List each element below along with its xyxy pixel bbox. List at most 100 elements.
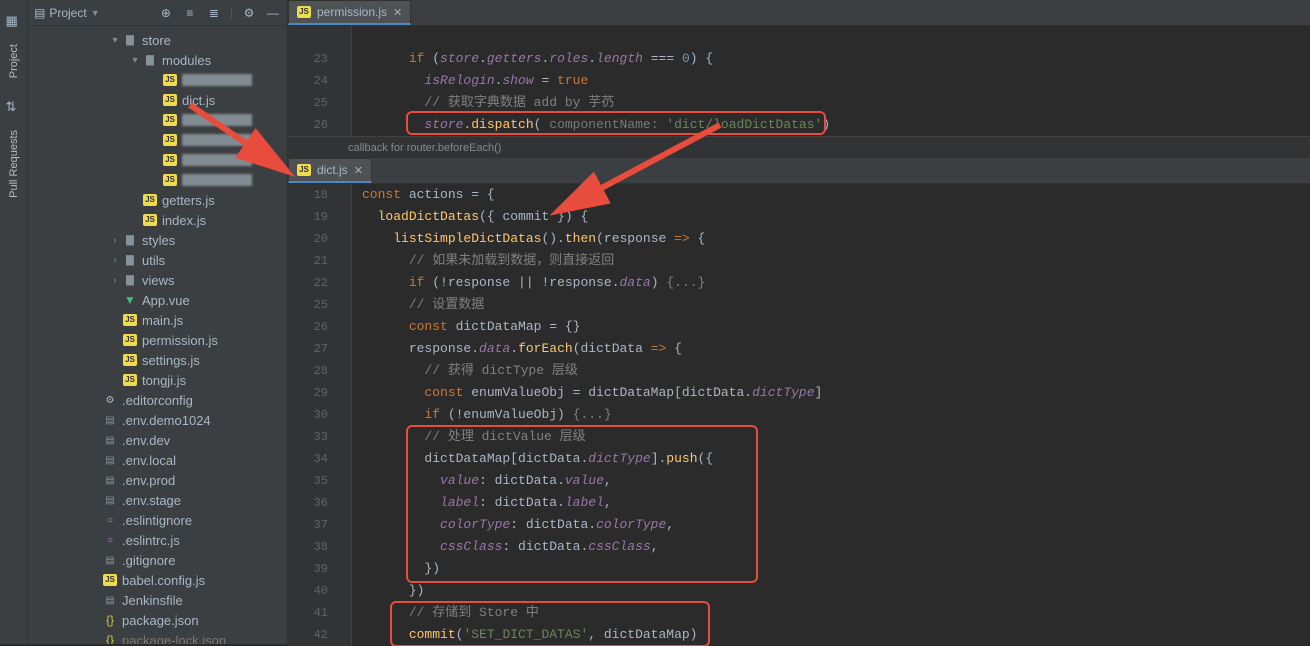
tree-node[interactable]: JSdict.js: [28, 90, 287, 110]
file-icon: ▤: [102, 432, 118, 448]
tree-node[interactable]: JSbabel.config.js: [28, 570, 287, 590]
tree-node[interactable]: JStongji.js: [28, 370, 287, 390]
project-title[interactable]: Project: [49, 6, 86, 20]
code-area-top[interactable]: 23242526 if (store.getters.roles.length …: [288, 26, 1310, 136]
tab-permission[interactable]: JS permission.js ✕: [288, 0, 411, 25]
tree-node[interactable]: JS: [28, 130, 287, 150]
code-line[interactable]: cssClass: dictData.cssClass,: [362, 536, 1310, 558]
close-icon[interactable]: ✕: [393, 6, 402, 19]
project-dropdown-icon[interactable]: ▼: [91, 8, 100, 18]
code-line[interactable]: [362, 26, 1310, 48]
tree-node[interactable]: ›▇views: [28, 270, 287, 290]
locate-icon[interactable]: ⊕: [158, 5, 174, 21]
tree-node[interactable]: JS: [28, 170, 287, 190]
code-line[interactable]: // 设置数据: [362, 294, 1310, 316]
folder-icon: ▇: [122, 32, 138, 48]
code-lines[interactable]: if (store.getters.roles.length === 0) { …: [352, 26, 1310, 136]
tree-node[interactable]: ○.eslintrc.js: [28, 530, 287, 550]
code-line[interactable]: store.dispatch( componentName: 'dict/loa…: [362, 114, 1310, 136]
close-icon[interactable]: ✕: [354, 164, 363, 177]
code-line[interactable]: isRelogin.show = true: [362, 70, 1310, 92]
tree-arrow-icon[interactable]: ›: [108, 275, 122, 286]
tree-label: .editorconfig: [122, 393, 193, 408]
code-line[interactable]: // 处理 dictValue 层级: [362, 426, 1310, 448]
tree-node[interactable]: {}package.json: [28, 610, 287, 630]
js-file-icon: JS: [297, 6, 311, 18]
code-line[interactable]: if (!response || !response.data) {...}: [362, 272, 1310, 294]
fold-gutter[interactable]: [338, 26, 352, 136]
expand-all-icon[interactable]: ≡: [182, 5, 198, 21]
code-line[interactable]: loadDictDatas({ commit }) {: [362, 206, 1310, 228]
folder-icon: ▇: [122, 272, 138, 288]
tree-node[interactable]: ▤.env.prod: [28, 470, 287, 490]
code-line[interactable]: commit('SET_DICT_DATAS', dictDataMap): [362, 624, 1310, 646]
tree-node[interactable]: ▤.env.dev: [28, 430, 287, 450]
breadcrumb[interactable]: callback for router.beforeEach(): [288, 136, 1310, 158]
tree-node[interactable]: JSpermission.js: [28, 330, 287, 350]
vue-file-icon: ▼: [122, 292, 138, 308]
js-file-icon: JS: [163, 94, 177, 106]
tree-arrow-icon[interactable]: ▾: [128, 55, 142, 66]
file-tree[interactable]: ▾▇store▾▇modulesJSJSdict.jsJSJSJSJSJSget…: [28, 26, 287, 644]
tree-arrow-icon[interactable]: ›: [108, 255, 122, 266]
tree-node[interactable]: JSmain.js: [28, 310, 287, 330]
rail-project[interactable]: Project: [8, 36, 20, 86]
code-line[interactable]: const actions = {: [362, 184, 1310, 206]
project-tool-icon[interactable]: ▦: [6, 14, 22, 30]
settings-icon[interactable]: ⚙: [241, 5, 257, 21]
code-line[interactable]: dictDataMap[dictData.dictType].push({: [362, 448, 1310, 470]
tree-node[interactable]: JSgetters.js: [28, 190, 287, 210]
tree-node[interactable]: ▤.gitignore: [28, 550, 287, 570]
tree-node[interactable]: ▤.env.demo1024: [28, 410, 287, 430]
code-line[interactable]: // 获取字典数据 add by 芋芿: [362, 92, 1310, 114]
code-line[interactable]: }): [362, 580, 1310, 602]
tree-label: Jenkinsfile: [122, 593, 183, 608]
code-line[interactable]: listSimpleDictDatas().then(response => {: [362, 228, 1310, 250]
tree-node[interactable]: ⚙.editorconfig: [28, 390, 287, 410]
js-file-icon: JS: [123, 314, 137, 326]
code-line[interactable]: if (!enumValueObj) {...}: [362, 404, 1310, 426]
code-line[interactable]: if (store.getters.roles.length === 0) {: [362, 48, 1310, 70]
code-lines[interactable]: const actions = { loadDictDatas({ commit…: [352, 184, 1310, 646]
tree-node[interactable]: JSsettings.js: [28, 350, 287, 370]
tabbar-bottom: JS dict.js ✕: [288, 158, 1310, 184]
tab-dict[interactable]: JS dict.js ✕: [288, 158, 372, 183]
code-line[interactable]: // 存储到 Store 中: [362, 602, 1310, 624]
tree-node[interactable]: JS: [28, 70, 287, 90]
tree-node[interactable]: ▤Jenkinsfile: [28, 590, 287, 610]
code-line[interactable]: const enumValueObj = dictDataMap[dictDat…: [362, 382, 1310, 404]
code-line[interactable]: response.data.forEach(dictData => {: [362, 338, 1310, 360]
pull-requests-icon[interactable]: ⇅: [6, 100, 22, 116]
tree-node[interactable]: JS: [28, 150, 287, 170]
hide-icon[interactable]: —: [265, 5, 281, 21]
tree-node[interactable]: ▤.env.stage: [28, 490, 287, 510]
tree-node[interactable]: ›▇utils: [28, 250, 287, 270]
tree-node[interactable]: ○.eslintignore: [28, 510, 287, 530]
tree-node[interactable]: JS: [28, 110, 287, 130]
code-line[interactable]: colorType: dictData.colorType,: [362, 514, 1310, 536]
tree-node[interactable]: {}package-lock.json: [28, 630, 287, 644]
tree-node[interactable]: ▤.env.local: [28, 450, 287, 470]
tree-arrow-icon[interactable]: ▾: [108, 35, 122, 46]
editor-pane-bottom: JS dict.js ✕ 181920212225262728293033343…: [288, 158, 1310, 646]
code-line[interactable]: const dictDataMap = {}: [362, 316, 1310, 338]
tree-node[interactable]: ▼App.vue: [28, 290, 287, 310]
rail-pull-requests[interactable]: Pull Requests: [8, 122, 20, 206]
tree-label: styles: [142, 233, 175, 248]
folder-icon: ▇: [122, 232, 138, 248]
tree-node[interactable]: ▾▇store: [28, 30, 287, 50]
code-line[interactable]: value: dictData.value,: [362, 470, 1310, 492]
code-line[interactable]: }): [362, 558, 1310, 580]
fold-gutter[interactable]: [338, 184, 352, 646]
code-line[interactable]: // 如果未加载到数据，则直接返回: [362, 250, 1310, 272]
tree-label: package.json: [122, 613, 199, 628]
tree-node[interactable]: JSindex.js: [28, 210, 287, 230]
tree-arrow-icon[interactable]: ›: [108, 235, 122, 246]
tree-node[interactable]: ›▇ styles: [28, 230, 287, 250]
tree-node[interactable]: ▾▇modules: [28, 50, 287, 70]
project-select-icon[interactable]: ▤: [34, 6, 45, 20]
collapse-all-icon[interactable]: ≣: [206, 5, 222, 21]
code-line[interactable]: label: dictData.label,: [362, 492, 1310, 514]
code-area-bottom[interactable]: 1819202122252627282930333435363738394041…: [288, 184, 1310, 646]
code-line[interactable]: // 获得 dictType 层级: [362, 360, 1310, 382]
